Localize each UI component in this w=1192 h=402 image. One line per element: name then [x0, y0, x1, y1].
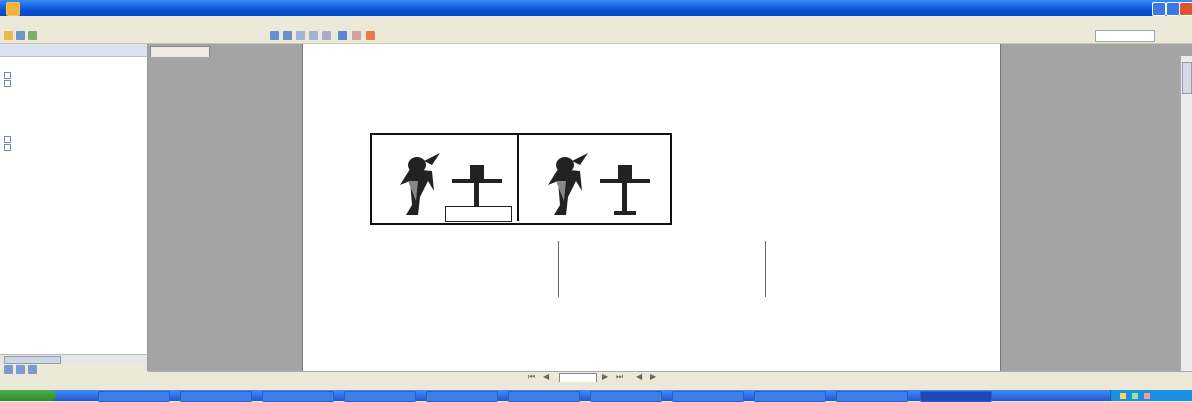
- title-bar: [0, 0, 1192, 16]
- back-icon[interactable]: ◀: [636, 373, 642, 381]
- sidebar-scroll-thumb[interactable]: [4, 356, 61, 364]
- tray-icon[interactable]: [1144, 393, 1150, 399]
- document-tab[interactable]: [150, 46, 210, 57]
- fit-page-icon[interactable]: [322, 31, 331, 40]
- taskbar-button[interactable]: [672, 391, 744, 402]
- next-page-icon[interactable]: ▶: [602, 373, 608, 381]
- save-icon[interactable]: [16, 31, 25, 40]
- expand-icon[interactable]: [4, 144, 11, 151]
- start-button[interactable]: [0, 390, 56, 401]
- vertical-scroll-thumb[interactable]: [1182, 62, 1192, 94]
- rotate-icon[interactable]: [338, 31, 347, 40]
- taskbar-button[interactable]: [262, 391, 334, 402]
- open-icon[interactable]: [4, 31, 13, 40]
- taskbar-button[interactable]: [344, 391, 416, 402]
- panel-icon[interactable]: [4, 365, 13, 374]
- taskbar-button[interactable]: [836, 391, 908, 402]
- taskbar-button[interactable]: [590, 391, 662, 402]
- toolbar: [0, 29, 1192, 44]
- previous-page-icon[interactable]: ◀: [543, 373, 549, 381]
- maximize-button[interactable]: [1166, 2, 1180, 16]
- expand-icon[interactable]: [4, 136, 11, 143]
- panel-icon[interactable]: [16, 365, 25, 374]
- bird-illustration-left: [400, 153, 440, 215]
- column-divider: [558, 241, 559, 297]
- search-input[interactable]: [1095, 30, 1155, 42]
- taskbar-button[interactable]: [754, 391, 826, 402]
- zoom-in-icon[interactable]: [296, 31, 305, 40]
- tray-icon[interactable]: [1120, 393, 1126, 399]
- last-page-icon[interactable]: ⏭: [616, 373, 623, 381]
- taskbar-button[interactable]: [98, 391, 170, 402]
- taskbar-button[interactable]: [508, 391, 580, 402]
- taskbar-button-active[interactable]: [920, 391, 992, 402]
- table-illustration-right: [600, 165, 650, 215]
- nav-back-icon[interactable]: [270, 31, 279, 40]
- forward-icon[interactable]: ▶: [650, 373, 656, 381]
- expand-icon[interactable]: [4, 80, 11, 87]
- expand-icon[interactable]: [4, 72, 11, 79]
- column-divider: [765, 241, 766, 297]
- vertical-scrollbar[interactable]: [1180, 56, 1192, 371]
- markup-icon[interactable]: [366, 31, 375, 40]
- status-bar: [0, 382, 1192, 390]
- tray-icon[interactable]: [1132, 393, 1138, 399]
- bookmarks-panel: [0, 44, 148, 371]
- app-icon: [6, 2, 20, 16]
- nav-forward-icon[interactable]: [283, 31, 292, 40]
- taskbar-button[interactable]: [180, 391, 252, 402]
- panel-icon[interactable]: [28, 365, 37, 374]
- print-icon[interactable]: [28, 31, 37, 40]
- bookmarks-header: [0, 44, 147, 57]
- zoom-out-icon[interactable]: [309, 31, 318, 40]
- menu-bar: [0, 16, 1192, 29]
- taskbar-button[interactable]: [426, 391, 498, 402]
- first-page-icon[interactable]: ⏮: [528, 373, 535, 381]
- figure-caption-box: [445, 206, 512, 222]
- highlight-icon[interactable]: [352, 31, 361, 40]
- close-button[interactable]: [1179, 2, 1192, 16]
- minimize-button[interactable]: [1152, 2, 1166, 16]
- bird-illustration-right: [548, 153, 588, 215]
- figure-illustration: [400, 153, 650, 215]
